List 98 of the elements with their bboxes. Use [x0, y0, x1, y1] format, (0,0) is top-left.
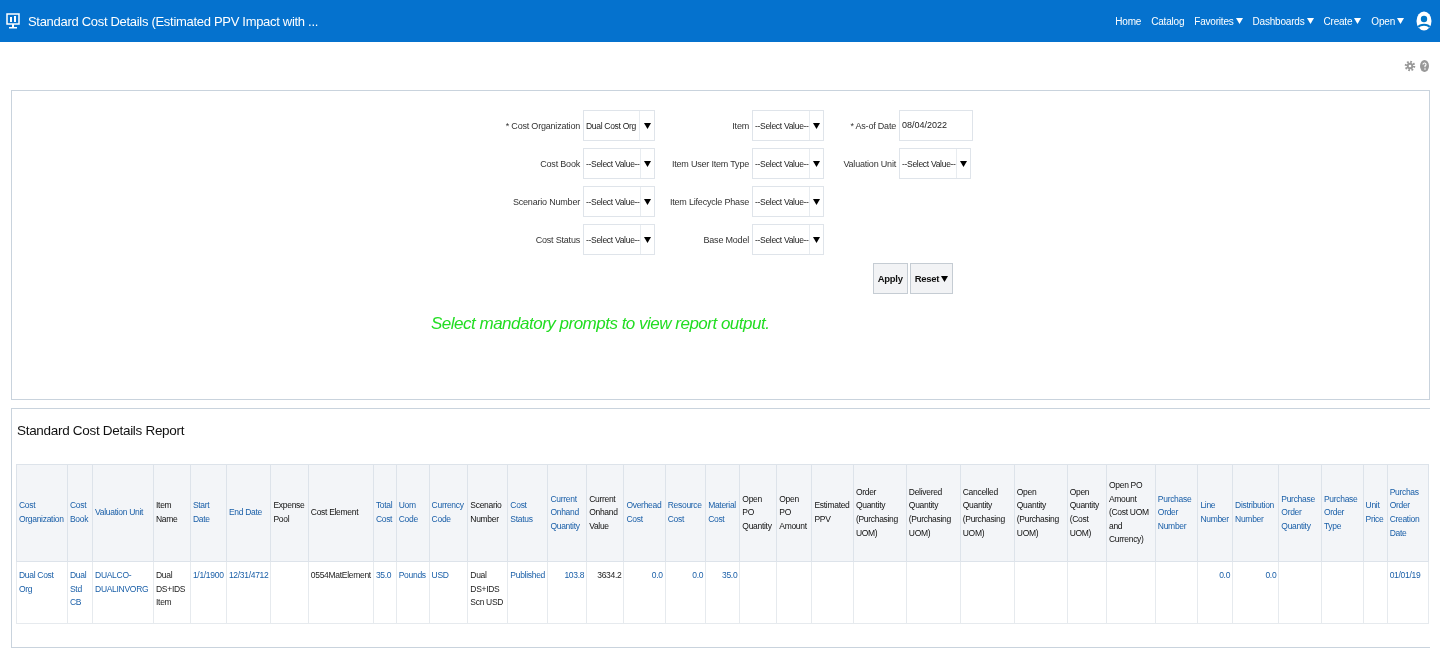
- column-header[interactable]: Unit Price: [1363, 464, 1388, 562]
- column-header[interactable]: Purchas Order Creation Date: [1387, 464, 1429, 562]
- table-cell-text: Dual DS+IDS Item: [156, 569, 187, 610]
- table-cell[interactable]: 0.0: [1235, 569, 1277, 583]
- caret-icon: [1354, 18, 1362, 24]
- dropdown-field[interactable]: --Select Value--: [583, 186, 655, 217]
- column-header[interactable]: Total Cost: [373, 464, 397, 562]
- table-cell[interactable]: 0.0: [626, 569, 663, 583]
- table-cell[interactable]: 35.0: [708, 569, 738, 583]
- caret-icon: [1306, 18, 1314, 24]
- caret-icon: [643, 236, 651, 243]
- column-header: Cost Element: [308, 464, 374, 562]
- dropdown-field[interactable]: --Select Value--: [899, 148, 971, 179]
- dropdown-field[interactable]: --Select Value--: [752, 148, 824, 179]
- report-title: Standard Cost Details Report: [16, 422, 186, 440]
- column-header: Open PO Amount: [776, 464, 812, 562]
- report-icon: [6, 13, 20, 29]
- caret-icon: [1235, 18, 1243, 24]
- column-header: Order Quantity (Purchasing UOM): [853, 464, 907, 562]
- nav-link[interactable]: Home: [1115, 15, 1142, 27]
- prompt-label: * Cost Organization: [504, 120, 580, 131]
- dropdown-field[interactable]: --Select Value--: [752, 224, 824, 255]
- table-cell-text: 3634.2: [596, 569, 622, 582]
- column-header[interactable]: Cost Book: [67, 464, 93, 562]
- table-cell[interactable]: 103.8: [550, 569, 585, 583]
- help-icon[interactable]: [1420, 60, 1429, 72]
- column-header: Open Quantity (Cost UOM): [1067, 464, 1107, 562]
- column-header[interactable]: Purchase Order Number: [1155, 464, 1198, 562]
- table-cell-text: Dual DS+IDS Scn USD: [470, 569, 505, 610]
- dropdown-field[interactable]: --Select Value--: [583, 224, 655, 255]
- table-cell[interactable]: 35.0: [375, 569, 394, 583]
- caret-icon: [941, 275, 948, 282]
- nav-link[interactable]: Favorites: [1194, 15, 1243, 27]
- column-header: Delivered Quantity (Purchasing UOM): [906, 464, 961, 562]
- column-header[interactable]: Cost Organization: [16, 464, 68, 562]
- table-cell[interactable]: USD: [431, 569, 466, 583]
- caret-icon: [812, 160, 820, 167]
- prompt-label: Item: [731, 120, 749, 131]
- column-header: Item Name: [153, 464, 191, 562]
- table-cell[interactable]: 01/01/19: [1389, 569, 1426, 583]
- table-cell[interactable]: 1/1/1900: [192, 569, 224, 583]
- page-title: Standard Cost Details (Estimated PPV Impact with ...: [28, 13, 319, 29]
- prompt-label: Cost Book: [539, 158, 580, 169]
- dropdown-field[interactable]: --Select Value--: [583, 148, 655, 179]
- column-header[interactable]: Current Onhand Quantity: [547, 464, 587, 562]
- table-cell[interactable]: Pounds: [398, 569, 427, 583]
- caret-icon: [812, 122, 820, 129]
- user-avatar-icon[interactable]: [1416, 11, 1432, 31]
- nav-link[interactable]: Create: [1323, 15, 1362, 27]
- column-header: Open Quantity (Purchasing UOM): [1014, 464, 1068, 562]
- column-header[interactable]: Purchase Order Quantity: [1278, 464, 1322, 562]
- reset-button[interactable]: Reset: [909, 263, 953, 294]
- caret-icon: [643, 122, 651, 129]
- table-cell-text: 0554MatElement: [310, 569, 371, 582]
- prompt-message: Select mandatory prompts to view report output.: [431, 314, 771, 334]
- caret-icon: [959, 160, 967, 167]
- caret-icon: [812, 236, 820, 243]
- column-header[interactable]: Uom Code: [396, 464, 430, 562]
- column-header: Open PO Quantity: [739, 464, 777, 562]
- column-header: Estimated PPV: [811, 464, 854, 562]
- table-cell[interactable]: Published: [510, 569, 546, 583]
- prompt-label: Valuation Unit: [842, 158, 896, 169]
- prompt-label: Item Lifecycle Phase: [668, 196, 749, 207]
- date-field[interactable]: 08/04/2022: [899, 110, 973, 141]
- apply-button[interactable]: Apply: [872, 263, 908, 294]
- column-header: Cancelled Quantity (Purchasing UOM): [960, 464, 1015, 562]
- caret-icon: [643, 198, 651, 205]
- prompt-label: Item User Item Type: [670, 158, 749, 169]
- column-header[interactable]: Valuation Unit: [92, 464, 154, 562]
- nav-link[interactable]: Catalog: [1151, 15, 1185, 27]
- column-header[interactable]: Material Cost: [705, 464, 740, 562]
- caret-icon: [643, 160, 651, 167]
- column-header[interactable]: End Date: [226, 464, 271, 562]
- column-header: Current Onhand Value: [586, 464, 624, 562]
- caret-icon: [812, 198, 820, 205]
- caret-icon: [1397, 18, 1404, 24]
- column-header[interactable]: Currency Code: [429, 464, 468, 562]
- column-header[interactable]: Overhead Cost: [623, 464, 666, 562]
- dropdown-field[interactable]: Dual Cost Org: [583, 110, 655, 141]
- nav-link[interactable]: Open: [1371, 15, 1404, 27]
- column-header[interactable]: Start Date: [190, 464, 227, 562]
- column-header[interactable]: Distribution Number: [1232, 464, 1279, 562]
- column-header[interactable]: Line Number: [1197, 464, 1233, 562]
- column-header: Expense Pool: [270, 464, 309, 562]
- column-header: Scenario Number: [467, 464, 508, 562]
- column-header[interactable]: Purchase Order Type: [1321, 464, 1364, 562]
- table-cell[interactable]: 0.0: [1200, 569, 1231, 583]
- prompt-label: Cost Status: [534, 234, 580, 245]
- column-header[interactable]: Resource Cost: [665, 464, 706, 562]
- column-header[interactable]: Cost Status: [507, 464, 548, 562]
- prompt-label: * As-of Date: [849, 120, 896, 131]
- prompt-label: Scenario Number: [511, 196, 580, 207]
- dropdown-field[interactable]: --Select Value--: [752, 110, 824, 141]
- nav-link[interactable]: Dashboards: [1252, 15, 1314, 27]
- prompt-label: Base Model: [702, 234, 749, 245]
- settings-icon[interactable]: [1404, 60, 1416, 72]
- column-header: Open PO Amount (Cost UOM and Currency): [1106, 464, 1156, 562]
- dropdown-field[interactable]: --Select Value--: [752, 186, 824, 217]
